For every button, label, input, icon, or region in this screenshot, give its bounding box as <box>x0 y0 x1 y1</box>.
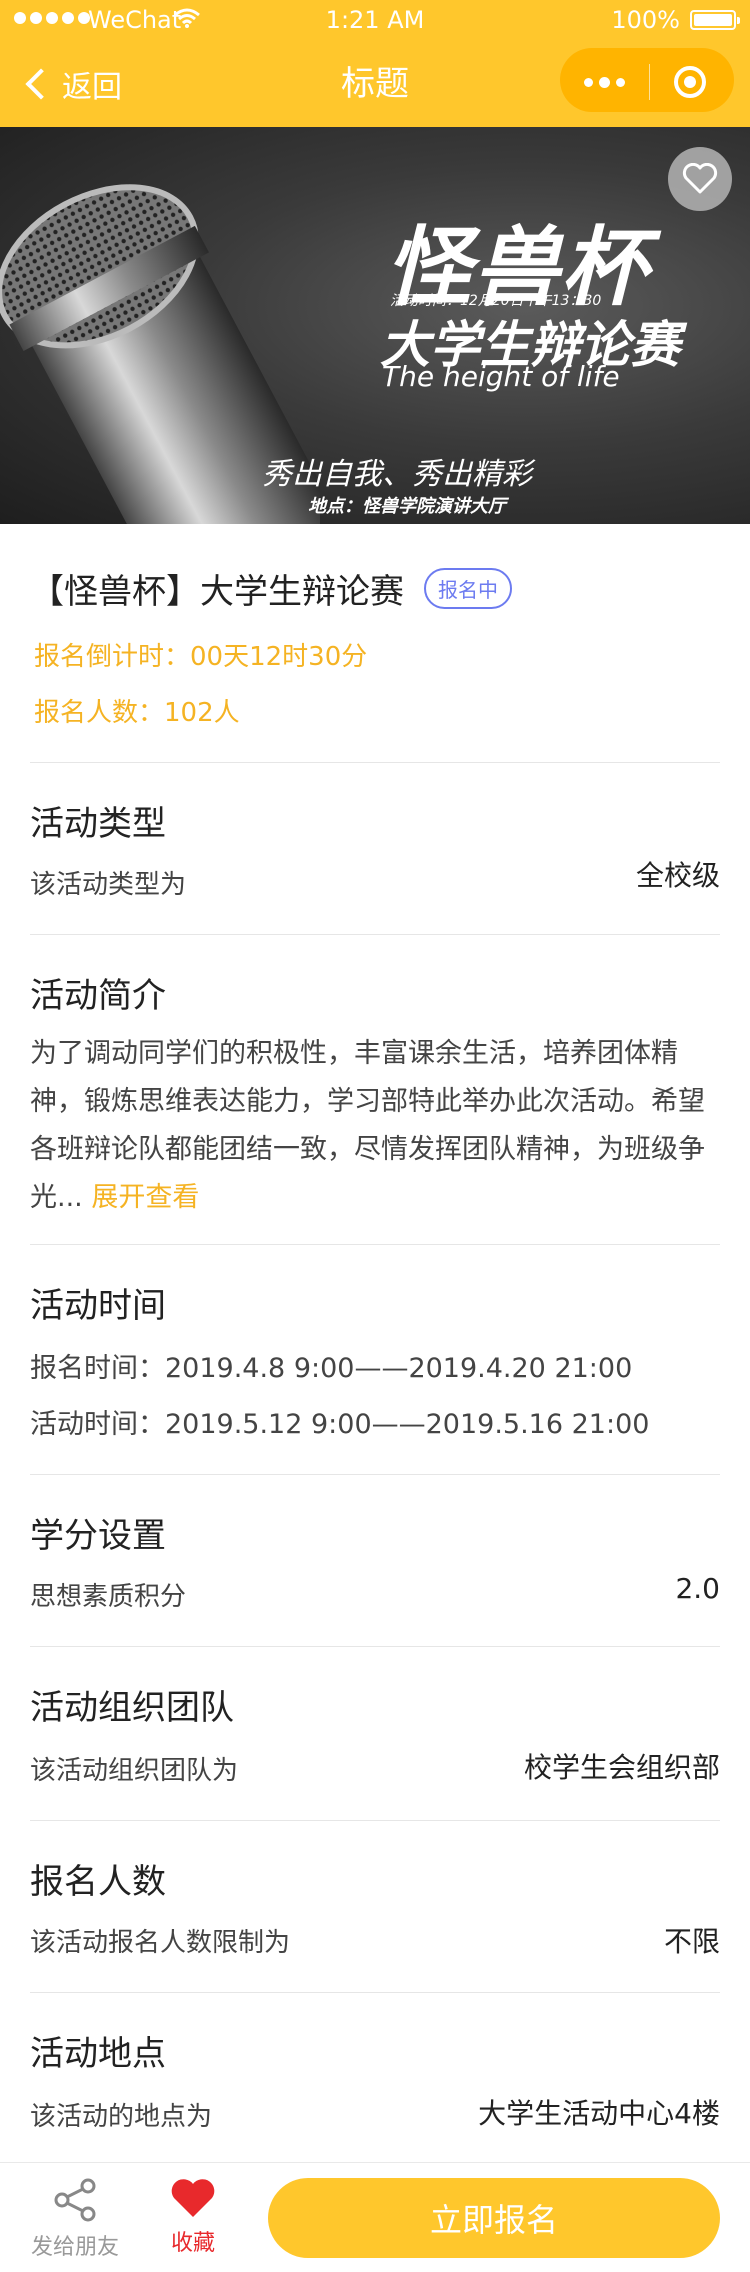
credit-label: 思想素质积分 <box>30 1582 187 1612</box>
heart-filled-icon <box>171 2179 215 2217</box>
signup-time: 报名时间：2019.4.8 9:00——2019.4.20 21:00 <box>30 1353 633 1384</box>
divider <box>30 1474 720 1475</box>
signup-count: 报名人数：102人 <box>34 698 240 728</box>
activity-time: 活动时间：2019.5.12 9:00——2019.5.16 21:00 <box>30 1409 650 1440</box>
limit-value: 不限 <box>663 1925 720 1958</box>
more-button[interactable] <box>562 50 647 114</box>
banner-location: 地点：怪兽学院演讲大厅 <box>308 496 506 517</box>
banner-english: The height of life <box>382 360 620 393</box>
status-bar: WeChat 1:21 AM 100% <box>0 0 750 40</box>
divider <box>30 934 720 935</box>
capsule-divider <box>649 64 650 100</box>
event-title-row: 【怪兽杯】大学生辩论赛 报名中 <box>30 564 512 613</box>
team-value: 校学生会组织部 <box>523 1751 720 1784</box>
section-title-intro: 活动简介 <box>30 976 166 1016</box>
collect-button[interactable]: 收藏 <box>148 2177 238 2257</box>
limit-label: 该活动报名人数限制为 <box>30 1928 291 1958</box>
section-title-time: 活动时间 <box>30 1286 166 1326</box>
share-icon <box>54 2178 96 2222</box>
divider <box>30 1646 720 1647</box>
share-label: 发给朋友 <box>30 2235 119 2260</box>
expand-link[interactable]: 展开查看 <box>91 1182 199 1213</box>
bottom-action-bar: 发给朋友 收藏 立即报名 <box>0 2162 750 2272</box>
mini-program-capsule <box>560 48 734 112</box>
header: WeChat 1:21 AM 100% 返回 标题 <box>0 0 750 127</box>
more-icon <box>581 76 628 88</box>
event-banner: 怪兽杯 活动时间：12月20日下午13：30 大学生辩论赛 The height… <box>0 127 750 524</box>
divider <box>30 1820 720 1821</box>
signup-countdown: 报名倒计时：00天12时30分 <box>34 642 368 672</box>
battery-icon <box>690 10 740 30</box>
status-badge: 报名中 <box>424 568 512 609</box>
place-value: 大学生活动中心4楼 <box>478 2097 720 2130</box>
event-title: 【怪兽杯】大学生辩论赛 <box>30 572 404 612</box>
divider <box>30 1244 720 1245</box>
collect-label: 收藏 <box>170 2231 215 2256</box>
divider <box>30 762 720 763</box>
credit-value: 2.0 <box>675 1572 720 1605</box>
favorite-button[interactable] <box>668 147 732 211</box>
team-label: 该活动组织团队为 <box>30 1756 239 1786</box>
banner-slogan: 秀出自我、秀出精彩 <box>262 457 532 492</box>
type-label: 该活动类型为 <box>30 870 187 900</box>
divider <box>30 1992 720 1993</box>
section-title-limit: 报名人数 <box>30 1862 166 1902</box>
section-title-type: 活动类型 <box>30 804 166 844</box>
signup-button[interactable]: 立即报名 <box>268 2178 720 2258</box>
section-title-place: 活动地点 <box>30 2034 166 2074</box>
type-value: 全校级 <box>635 859 720 892</box>
section-title-credit: 学分设置 <box>30 1516 166 1556</box>
heart-outline-icon <box>682 163 718 194</box>
close-target-icon <box>673 66 706 98</box>
place-label: 该活动的地点为 <box>30 2102 213 2132</box>
battery-percent: 100% <box>611 6 680 34</box>
close-button[interactable] <box>647 50 732 114</box>
section-title-team: 活动组织团队 <box>30 1688 234 1728</box>
intro-text: 为了调动同学们的积极性，丰富课余生活，培养团体精神，锻炼思维表达能力，学习部特此… <box>30 1030 724 1222</box>
navigation-bar: 返回 标题 <box>0 44 750 124</box>
share-button[interactable]: 发给朋友 <box>30 2177 120 2261</box>
